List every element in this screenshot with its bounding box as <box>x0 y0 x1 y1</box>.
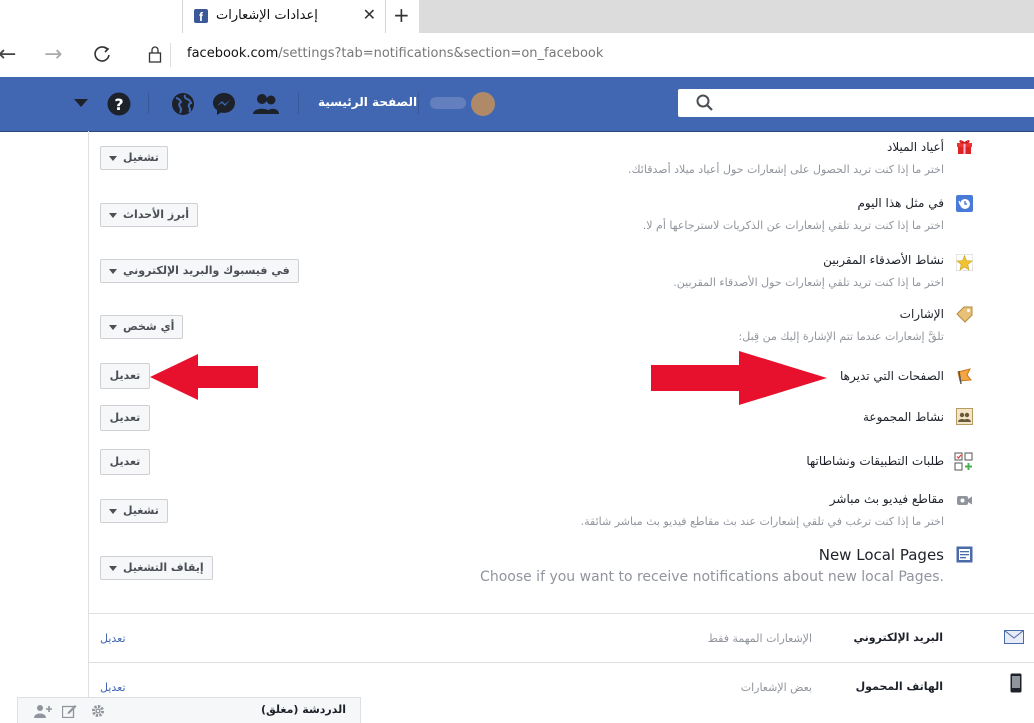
chevron-down-icon <box>109 213 117 218</box>
url-field[interactable]: facebook.com/settings?tab=notifications&… <box>187 46 603 61</box>
friends-icon[interactable] <box>252 92 280 116</box>
email-label: البريد الإلكتروني <box>853 631 943 644</box>
birthdays-title: أعياد الميلاد <box>887 140 944 154</box>
content-left-border <box>88 131 89 723</box>
profile-name-blurred[interactable] <box>430 97 466 109</box>
url-path: /settings?tab=notifications&section=on_f… <box>278 46 604 61</box>
annotation-arrow-left <box>150 354 258 400</box>
close-friends-dropdown-label: في فيسبوك والبريد الإلكتروني <box>123 264 290 277</box>
new-tab-icon[interactable]: + <box>393 3 410 27</box>
chevron-down-icon <box>109 325 117 330</box>
annotation-arrow-right <box>651 351 827 405</box>
live-video-dropdown[interactable]: تشغيل <box>100 499 168 523</box>
nav-divider <box>298 92 299 114</box>
apps-icon <box>954 452 973 471</box>
star-icon <box>956 254 973 271</box>
url-host: facebook.com <box>187 46 279 61</box>
browser-tab-active[interactable]: f إعدادات الإشعارات ✕ <box>183 0 386 33</box>
mobile-value: بعض الإشعارات <box>740 681 812 694</box>
close-friends-title: نشاط الأصدقاء المقربين <box>823 253 944 267</box>
address-separator <box>170 43 171 67</box>
facebook-favicon-icon: f <box>194 9 208 24</box>
group-activity-title: نشاط المجموعة <box>862 410 944 424</box>
new-local-pages-dropdown-label: إيقاف التشغيل <box>123 561 204 574</box>
flag-icon <box>957 368 972 385</box>
birthdays-dropdown-label: تشغيل <box>123 151 159 164</box>
gift-icon <box>957 140 972 154</box>
group-activity-edit-button[interactable]: تعديل <box>100 405 150 431</box>
local-pages-icon <box>956 546 973 563</box>
envelope-icon <box>1004 630 1024 644</box>
caret-down-icon[interactable] <box>74 99 88 109</box>
previous-tab[interactable] <box>0 0 183 33</box>
avatar[interactable] <box>471 92 495 116</box>
app-requests-title: طلبات التطبيقات ونشاطاتها <box>806 454 944 468</box>
pages-you-manage-title: الصفحات التي تديرها <box>840 369 944 383</box>
video-camera-icon <box>957 496 972 505</box>
close-tab-icon[interactable]: ✕ <box>363 5 376 24</box>
email-edit-link[interactable]: تعديل <box>100 632 126 645</box>
forward-icon[interactable]: → <box>44 42 62 67</box>
tag-icon <box>956 306 973 323</box>
chevron-down-icon <box>109 509 117 514</box>
on-this-day-dropdown-label: أبرز الأحداث <box>123 208 189 221</box>
live-video-title: مقاطع فيديو بث مباشر <box>829 492 944 506</box>
new-local-pages-title: New Local Pages <box>818 546 944 564</box>
tab-title: إعدادات الإشعارات <box>216 8 318 23</box>
chevron-down-icon <box>109 566 117 571</box>
group-icon <box>956 408 973 425</box>
on-this-day-desc: اختر ما إذا كنت تريد تلقي إشعارات عن الذ… <box>642 219 944 232</box>
tags-desc: تلقَّ إشعارات عندما تتم الإشارة إليك من … <box>738 330 944 343</box>
memories-clock-icon <box>956 195 973 212</box>
mobile-label: الهاتف المحمول <box>855 680 943 693</box>
address-bar: ← → facebook.com/settings?tab=notificati… <box>0 33 1034 78</box>
svg-text:?: ? <box>114 95 123 114</box>
close-friends-dropdown[interactable]: في فيسبوك والبريد الإلكتروني <box>100 259 299 283</box>
nav-divider <box>148 92 149 114</box>
section-divider <box>88 662 1034 663</box>
back-icon[interactable]: ← <box>0 42 16 67</box>
facebook-top-bar: الصفحة الرئيسية ? <box>0 77 1034 132</box>
new-local-pages-desc: Choose if you want to receive notificati… <box>480 569 944 585</box>
nav-divider <box>418 92 419 114</box>
chat-bar[interactable]: الدردشة (مغلق) <box>17 697 361 723</box>
close-friends-desc: اختر ما إذا كنت تريد تلقي إشعارات حول ال… <box>673 276 944 289</box>
tags-dropdown-label: أي شخص <box>123 320 175 333</box>
tab-strip-empty <box>419 0 1034 33</box>
app-requests-edit-button[interactable]: تعديل <box>100 449 150 475</box>
add-friends-to-chat-icon[interactable] <box>34 704 52 718</box>
lock-icon <box>148 46 162 63</box>
birthdays-dropdown[interactable]: تشغيل <box>100 146 168 170</box>
mobile-edit-link[interactable]: تعديل <box>100 681 126 694</box>
refresh-icon[interactable] <box>92 44 112 64</box>
pages-you-manage-edit-button[interactable]: تعديل <box>100 363 150 389</box>
tags-title: الإشارات <box>899 307 944 321</box>
browser-tab-bar: f إعدادات الإشعارات ✕ + <box>0 0 1034 33</box>
home-link[interactable]: الصفحة الرئيسية <box>318 95 417 109</box>
compose-icon[interactable] <box>62 704 77 718</box>
live-video-dropdown-label: تشغيل <box>123 504 159 517</box>
help-icon[interactable]: ? <box>107 92 131 116</box>
on-this-day-dropdown[interactable]: أبرز الأحداث <box>100 203 198 227</box>
chevron-down-icon <box>109 156 117 161</box>
live-video-desc: اختر ما إذا كنت ترغب في تلقي إشعارات عند… <box>580 515 944 528</box>
search-icon[interactable] <box>696 94 714 112</box>
new-local-pages-dropdown[interactable]: إيقاف التشغيل <box>100 556 213 580</box>
email-value: الإشعارات المهمة فقط <box>707 632 812 645</box>
mobile-phone-icon <box>1010 673 1022 693</box>
chat-status-label: الدردشة (مغلق) <box>260 703 346 716</box>
chevron-down-icon <box>109 269 117 274</box>
on-this-day-title: في مثل هذا اليوم <box>857 196 944 210</box>
tags-dropdown[interactable]: أي شخص <box>100 315 184 339</box>
section-divider <box>88 613 1034 614</box>
birthdays-desc: اختر ما إذا كنت تريد الحصول على إشعارات … <box>628 163 944 176</box>
gear-icon[interactable] <box>91 704 105 718</box>
search-input[interactable] <box>678 89 1034 117</box>
messenger-icon[interactable] <box>212 92 236 116</box>
globe-icon[interactable] <box>171 92 195 116</box>
